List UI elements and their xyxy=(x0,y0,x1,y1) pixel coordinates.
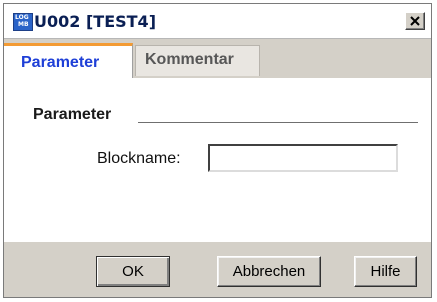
tab-content-parameter: Parameter Blockname: xyxy=(4,78,431,242)
close-button[interactable] xyxy=(405,12,425,30)
tab-parameter-label: Parameter xyxy=(21,54,100,71)
tab-parameter[interactable]: Parameter xyxy=(4,43,133,78)
group-label-parameter: Parameter xyxy=(33,106,112,123)
window-title: U002 [TEST4] xyxy=(34,12,156,31)
close-icon xyxy=(410,16,420,26)
app-icon-text-top: LOG xyxy=(15,14,29,21)
blockname-label: Blockname: xyxy=(97,150,181,167)
cancel-button[interactable]: Abbrechen xyxy=(217,256,321,287)
app-icon-text-bottom: MB xyxy=(18,21,29,28)
title-bar[interactable]: LOG MB U002 [TEST4] xyxy=(4,4,431,39)
tab-bar: Parameter Kommentar xyxy=(4,39,431,78)
tab-kommentar[interactable]: Kommentar xyxy=(135,45,260,76)
tab-kommentar-label: Kommentar xyxy=(145,51,234,68)
ok-button[interactable]: OK xyxy=(96,256,170,287)
dialog-window: LOG MB U002 [TEST4] Parameter Kommentar … xyxy=(3,3,432,298)
app-icon: LOG MB xyxy=(13,13,33,31)
group-separator xyxy=(138,122,418,123)
help-button[interactable]: Hilfe xyxy=(354,256,417,287)
blockname-input[interactable] xyxy=(208,144,398,172)
